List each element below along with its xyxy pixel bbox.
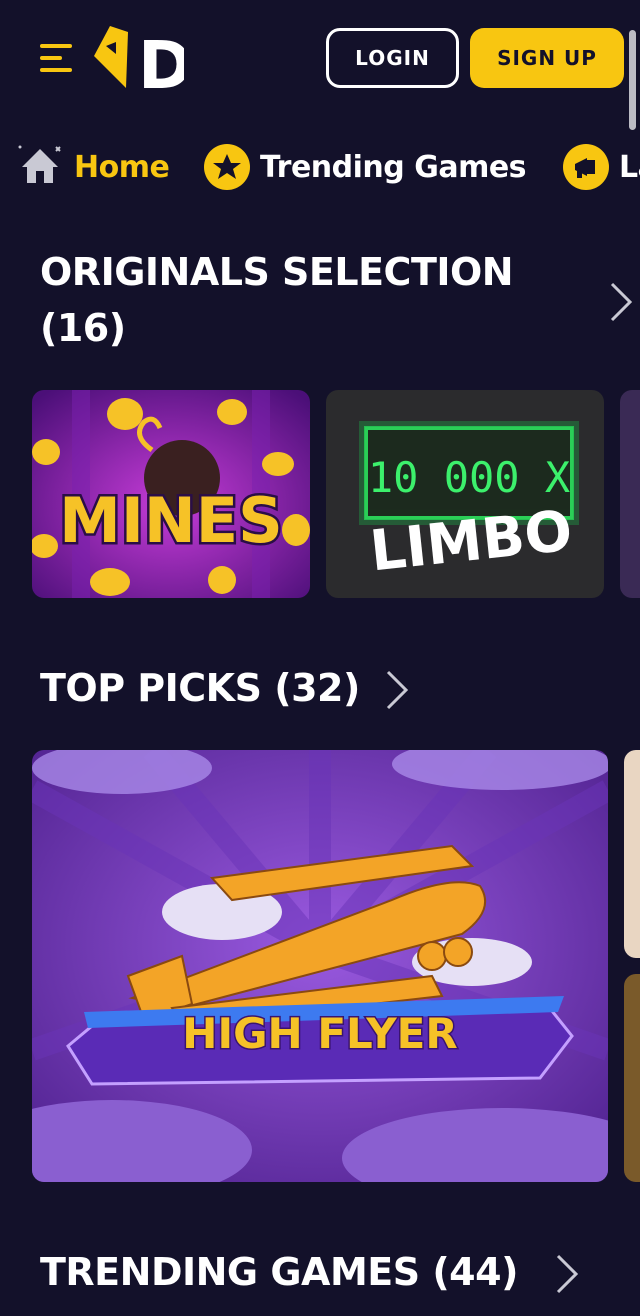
chevron-right-icon[interactable] bbox=[552, 1252, 582, 1296]
star-icon bbox=[204, 144, 250, 190]
top-header: D LOGIN SIGN UP bbox=[0, 0, 640, 130]
game-card-peek[interactable] bbox=[620, 390, 640, 598]
section-title-line2: (16) bbox=[40, 306, 126, 350]
scrollbar[interactable] bbox=[629, 30, 636, 130]
nav-item-trending[interactable]: Trending Games bbox=[204, 138, 527, 196]
high-flyer-title: HIGH FLYER bbox=[182, 1009, 457, 1058]
signup-button[interactable]: SIGN UP bbox=[470, 28, 624, 88]
menu-icon[interactable] bbox=[40, 42, 74, 74]
chevron-right-icon[interactable] bbox=[606, 280, 636, 324]
game-card-peek[interactable] bbox=[624, 750, 640, 958]
megaphone-icon bbox=[563, 144, 609, 190]
game-card-high-flyer[interactable]: HIGH FLYER bbox=[32, 750, 608, 1182]
game-card-limbo[interactable]: 10 000 X LIMBO bbox=[326, 390, 604, 598]
category-nav: Home Trending Games La bbox=[0, 138, 640, 196]
nav-item-label: Home bbox=[74, 149, 170, 185]
page: D LOGIN SIGN UP Home Trending Games L OR… bbox=[0, 0, 640, 1316]
login-button[interactable]: LOGIN bbox=[326, 28, 459, 88]
section-title-line1: ORIGINALS SELECTION bbox=[40, 250, 514, 294]
logo-letter: D bbox=[138, 27, 184, 94]
game-card-peek[interactable] bbox=[624, 974, 640, 1182]
game-card-mines[interactable]: MINES bbox=[32, 390, 310, 598]
chevron-right-icon[interactable] bbox=[382, 668, 412, 712]
nav-item-label: La bbox=[619, 149, 640, 185]
trending-section-title: TRENDING GAMES (44) bbox=[40, 1250, 518, 1294]
nav-item-home[interactable]: Home bbox=[18, 138, 170, 196]
nav-item-label: Trending Games bbox=[260, 149, 527, 185]
top-picks-section-title: TOP PICKS (32) bbox=[40, 666, 360, 710]
originals-section-title: ORIGINALS SELECTION (16) bbox=[40, 244, 514, 356]
mines-title: MINES bbox=[59, 484, 283, 557]
limbo-multiplier: 10 000 X bbox=[368, 453, 570, 502]
nav-item-latest[interactable]: La bbox=[563, 138, 640, 196]
site-logo[interactable]: D bbox=[92, 26, 193, 104]
home-icon bbox=[18, 143, 62, 191]
